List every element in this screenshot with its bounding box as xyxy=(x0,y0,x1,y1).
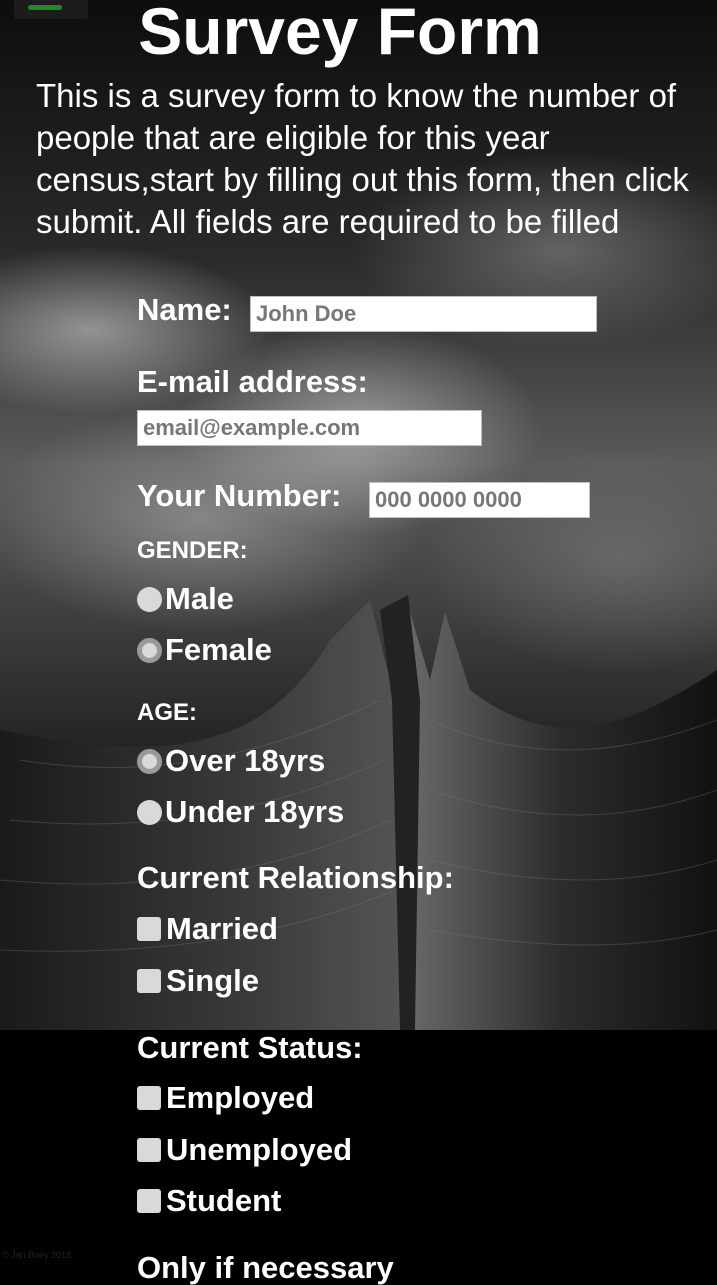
image-credit: © Jan Boey 2018 xyxy=(2,1250,72,1260)
checkbox[interactable] xyxy=(137,1086,161,1110)
option-label: Male xyxy=(165,581,234,616)
gender-option-female[interactable]: Female xyxy=(137,632,272,668)
extra-section-label: Only if necessary xyxy=(137,1250,394,1285)
option-label: Employed xyxy=(166,1080,315,1115)
email-label: E-mail address: xyxy=(137,364,368,399)
gender-option-male[interactable]: Male xyxy=(137,581,234,617)
status-option-employed[interactable]: Employed xyxy=(137,1080,314,1116)
option-label: Single xyxy=(166,963,260,998)
status-option-student[interactable]: Student xyxy=(137,1183,281,1219)
relationship-option-married[interactable]: Married xyxy=(137,911,278,947)
option-label: Under 18yrs xyxy=(165,794,345,829)
age-option-under-18[interactable]: Under 18yrs xyxy=(137,794,344,830)
page-title: Survey Form xyxy=(138,0,542,68)
age-option-over-18[interactable]: Over 18yrs xyxy=(137,743,325,779)
checkbox[interactable] xyxy=(137,1138,161,1162)
option-label: Married xyxy=(166,911,278,946)
gender-label: GENDER: xyxy=(137,537,248,564)
radio-button[interactable] xyxy=(137,800,162,825)
number-label: Your Number: xyxy=(137,478,342,513)
checkbox[interactable] xyxy=(137,969,161,993)
relationship-option-single[interactable]: Single xyxy=(137,963,259,999)
radio-button[interactable] xyxy=(137,638,162,663)
name-label: Name: xyxy=(137,292,232,327)
checkbox[interactable] xyxy=(137,917,161,941)
status-label: Current Status: xyxy=(137,1030,363,1065)
option-label: Unemployed xyxy=(166,1132,353,1167)
checkbox[interactable] xyxy=(137,1189,161,1213)
email-input[interactable] xyxy=(137,410,482,446)
option-label: Student xyxy=(166,1183,282,1218)
number-input[interactable] xyxy=(369,482,590,518)
page-description: This is a survey form to know the number… xyxy=(36,77,689,240)
radio-button[interactable] xyxy=(137,587,162,612)
option-label: Female xyxy=(165,632,272,667)
name-input[interactable] xyxy=(250,296,597,332)
relationship-label: Current Relationship: xyxy=(137,860,454,895)
radio-button[interactable] xyxy=(137,749,162,774)
status-option-unemployed[interactable]: Unemployed xyxy=(137,1132,352,1168)
age-label: AGE: xyxy=(137,699,197,726)
option-label: Over 18yrs xyxy=(165,743,326,778)
